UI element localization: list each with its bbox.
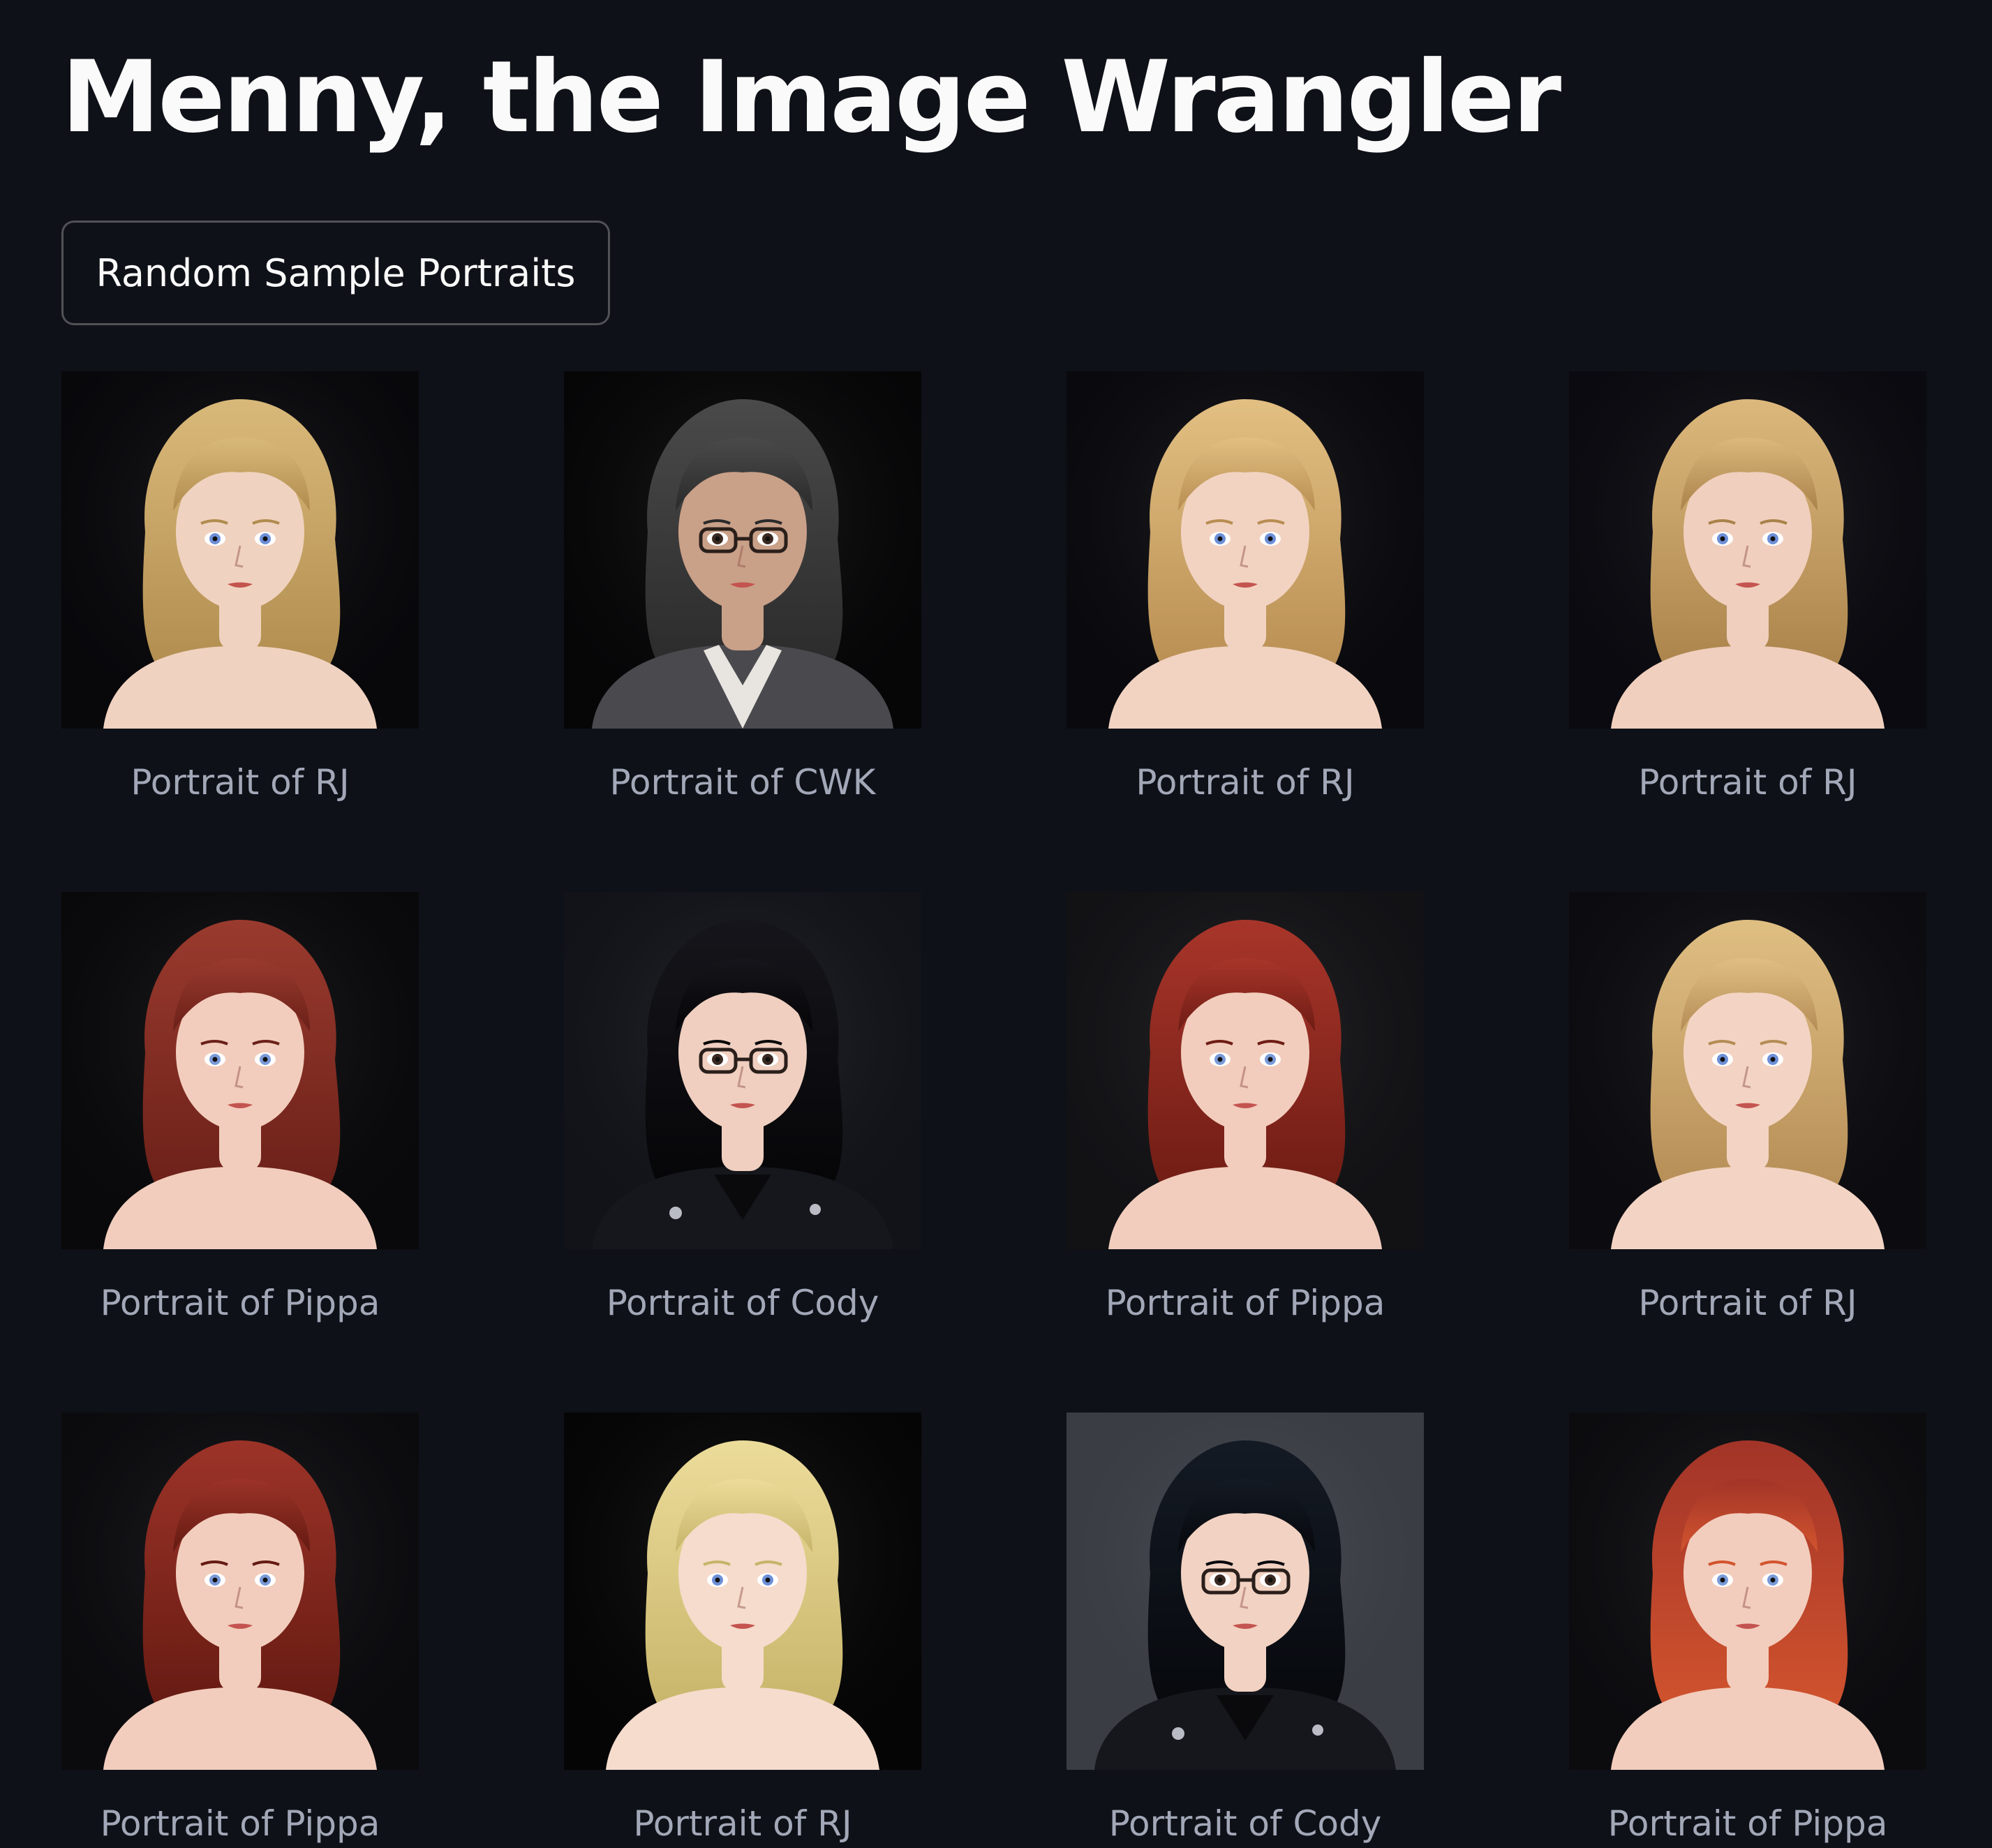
portrait-image[interactable] (61, 371, 419, 729)
portrait-card: Portrait of Cody (1066, 1413, 1424, 1848)
portrait-caption: Portrait of RJ (1136, 762, 1355, 803)
portrait-image[interactable] (1569, 371, 1926, 729)
portrait-card: Portrait of Pippa (1066, 892, 1424, 1327)
portrait-image[interactable] (1569, 892, 1926, 1249)
portrait-card: Portrait of RJ (564, 1413, 921, 1848)
portrait-image[interactable] (1569, 1413, 1926, 1770)
portrait-caption: Portrait of Pippa (100, 1803, 380, 1844)
portrait-caption: Portrait of RJ (131, 762, 350, 803)
portrait-caption: Portrait of Pippa (100, 1283, 380, 1323)
portrait-image[interactable] (61, 892, 419, 1249)
portrait-card: Portrait of Pippa (1569, 1413, 1926, 1848)
portrait-caption: Portrait of Cody (606, 1283, 879, 1323)
portrait-caption: Portrait of Pippa (1105, 1283, 1385, 1323)
portrait-card: Portrait of Cody (564, 892, 921, 1327)
portrait-image[interactable] (1066, 1413, 1424, 1770)
portrait-caption: Portrait of Pippa (1607, 1803, 1888, 1844)
portrait-caption: Portrait of Cody (1108, 1803, 1382, 1844)
portrait-image[interactable] (564, 892, 921, 1249)
portrait-caption: Portrait of RJ (1638, 1283, 1857, 1323)
portrait-image[interactable] (61, 1413, 419, 1770)
portrait-gallery: Portrait of RJ Portrait of CWK Portrait … (61, 371, 1926, 1848)
portrait-card: Portrait of RJ (1569, 371, 1926, 807)
portrait-card: Portrait of RJ (61, 371, 419, 807)
portrait-card: Portrait of CWK (564, 371, 921, 807)
portrait-card: Portrait of Pippa (61, 1413, 419, 1848)
portrait-card: Portrait of RJ (1066, 371, 1424, 807)
portrait-card: Portrait of Pippa (61, 892, 419, 1327)
portrait-image[interactable] (1066, 892, 1424, 1249)
portrait-caption: Portrait of RJ (633, 1803, 852, 1844)
random-sample-button[interactable]: Random Sample Portraits (61, 221, 610, 325)
portrait-image[interactable] (564, 371, 921, 729)
portrait-caption: Portrait of CWK (609, 762, 876, 803)
portrait-card: Portrait of RJ (1569, 892, 1926, 1327)
page-title: Menny, the Image Wrangler (61, 40, 1561, 155)
portrait-image[interactable] (564, 1413, 921, 1770)
portrait-image[interactable] (1066, 371, 1424, 729)
portrait-caption: Portrait of RJ (1638, 762, 1857, 803)
